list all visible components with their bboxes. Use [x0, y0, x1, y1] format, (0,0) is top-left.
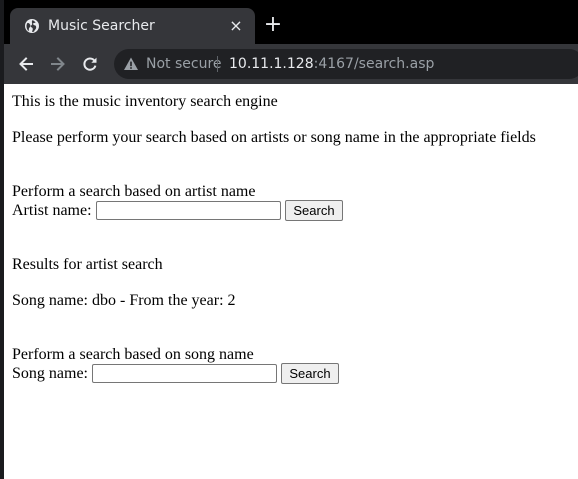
- url-host: 10.11.1.128: [229, 56, 314, 72]
- result-row: Song name: dbo - From the year: 2: [12, 292, 236, 309]
- intro-text: This is the music inventory search engin…: [12, 93, 278, 110]
- url-text[interactable]: 10.11.1.128:4167/search.asp: [229, 55, 434, 73]
- security-status-label[interactable]: Not secure: [146, 55, 222, 73]
- song-search-heading: Perform a search based on song name: [12, 346, 254, 363]
- artist-name-label: Artist name:: [12, 202, 92, 219]
- artist-search-button[interactable]: Search: [285, 200, 343, 221]
- address-bar[interactable]: Not secure 10.11.1.128:4167/search.asp: [114, 49, 578, 79]
- song-search-button[interactable]: Search: [281, 363, 339, 384]
- reload-icon[interactable]: [80, 54, 100, 74]
- back-arrow-icon[interactable]: [16, 54, 36, 74]
- forward-arrow-icon[interactable]: [48, 54, 68, 74]
- song-name-label: Song name:: [12, 365, 88, 382]
- tab-music-searcher[interactable]: Music Searcher ×: [10, 8, 255, 44]
- address-divider: [217, 56, 218, 72]
- close-tab-icon[interactable]: ×: [227, 17, 245, 35]
- page-content: This is the music inventory search engin…: [4, 84, 578, 479]
- globe-icon: [24, 18, 40, 34]
- instructions-text: Please perform your search based on arti…: [12, 129, 536, 146]
- tab-strip: Music Searcher × +: [0, 0, 578, 44]
- song-name-input[interactable]: [92, 364, 277, 383]
- results-heading: Results for artist search: [12, 256, 163, 273]
- browser-toolbar: Not secure 10.11.1.128:4167/search.asp: [0, 44, 578, 84]
- warning-triangle-icon[interactable]: [123, 56, 139, 72]
- tab-title: Music Searcher: [48, 18, 155, 34]
- new-tab-icon[interactable]: +: [263, 14, 283, 36]
- url-path: :4167/search.asp: [313, 56, 435, 72]
- artist-search-heading: Perform a search based on artist name: [12, 183, 256, 200]
- artist-name-input[interactable]: [96, 201, 281, 220]
